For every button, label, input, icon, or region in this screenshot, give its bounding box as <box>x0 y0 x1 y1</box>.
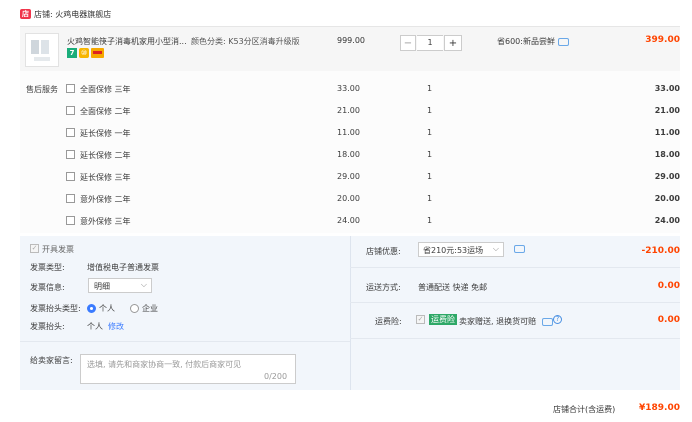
service-checkbox[interactable] <box>66 216 75 225</box>
service-total: 33.00 <box>654 84 680 93</box>
service-total: 11.00 <box>654 128 680 137</box>
store-total-label: 店铺合计(含运费) <box>553 405 616 414</box>
service-total: 29.00 <box>654 172 680 181</box>
invoice-info-value: 明细 <box>94 282 110 291</box>
service-checkbox[interactable] <box>66 84 75 93</box>
service-name: 全面保修 二年 <box>80 107 131 116</box>
service-total: 24.00 <box>654 216 680 225</box>
service-checkbox[interactable] <box>66 128 75 137</box>
service-price: 29.00 <box>337 172 360 181</box>
product-row <box>20 27 680 71</box>
chat-icon[interactable] <box>558 38 569 46</box>
service-checkbox[interactable] <box>66 150 75 159</box>
insurance-badge: 运费险 <box>429 314 457 325</box>
product-spec: 颜色分类: K53分区消毒升级版 <box>191 37 300 46</box>
shipping-label: 运送方式: <box>366 283 401 292</box>
invoice-personal-radio[interactable] <box>87 304 96 313</box>
store-icon: 店 <box>20 9 31 19</box>
panel-divider <box>20 341 350 342</box>
memo-placeholder: 选填, 请先和商家协商一致, 付款后商家可见 <box>87 360 242 369</box>
credit-card-icon <box>91 48 104 58</box>
invoice-checkbox[interactable]: ✓ <box>30 244 39 253</box>
service-name: 全面保修 三年 <box>80 85 131 94</box>
service-checkbox[interactable] <box>66 106 75 115</box>
insurance-text: 卖家赠送, 退换货可赔 <box>459 317 537 326</box>
service-total: 18.00 <box>654 150 680 159</box>
discount-label: 店铺优惠: <box>366 247 401 256</box>
service-price: 18.00 <box>337 150 360 159</box>
service-name: 延长保修 三年 <box>80 173 131 182</box>
service-quantity: 1 <box>427 216 433 225</box>
quantity-increase-button[interactable]: + <box>444 35 462 51</box>
memo-char-count: 0/200 <box>264 372 288 381</box>
panel-divider <box>350 236 351 390</box>
discount-select[interactable]: 省210元:53运场 ⌵ <box>418 242 504 257</box>
panel-divider <box>350 267 680 268</box>
service-quantity: 1 <box>427 172 433 181</box>
service-quantity: 1 <box>427 106 433 115</box>
invoice-personal-label: 个人 <box>99 304 115 313</box>
chevron-down-icon: ⌵ <box>492 244 499 253</box>
invoice-header-label: 发票抬头: <box>30 322 65 331</box>
shipping-amount: 0.00 <box>657 281 680 291</box>
service-name: 延长保修 二年 <box>80 151 131 160</box>
service-price: 20.00 <box>337 194 360 203</box>
chat-icon[interactable] <box>514 245 525 253</box>
service-checkbox[interactable] <box>66 172 75 181</box>
service-price: 21.00 <box>337 106 360 115</box>
invoice-modify-link[interactable]: 修改 <box>108 321 124 332</box>
invoice-type-value: 增值税电子普通发票 <box>87 263 159 272</box>
service-name: 意外保修 二年 <box>80 195 131 204</box>
insurance-amount: 0.00 <box>657 315 680 325</box>
invoice-type-label: 发票类型: <box>30 263 65 272</box>
service-total: 21.00 <box>654 106 680 115</box>
invoice-header-type-label: 发票抬头类型: <box>30 304 81 313</box>
discount-amount: -210.00 <box>641 246 680 256</box>
invoice-info-select[interactable]: 明细 ⌵ <box>88 278 152 293</box>
invoice-info-label: 发票信息: <box>30 283 65 292</box>
service-checkbox[interactable] <box>66 194 75 203</box>
invoice-header-value: 个人 <box>87 322 103 331</box>
product-title[interactable]: 火鸡智能筷子消毒机家用小型消... <box>67 36 189 47</box>
quantity-input[interactable]: 1 <box>417 35 443 51</box>
quantity-decrease-button[interactable]: − <box>400 35 416 51</box>
service-total: 20.00 <box>654 194 680 203</box>
memo-label: 给卖家留言: <box>30 356 73 365</box>
insurance-label: 运费险: <box>375 317 402 326</box>
service-price: 33.00 <box>337 84 360 93</box>
after-sales-label: 售后服务 <box>26 85 58 94</box>
service-name: 延长保修 一年 <box>80 129 131 138</box>
discount-value: 省210元:53运场 <box>423 246 484 255</box>
seven-day-return-icon: 7 <box>67 48 77 58</box>
service-name: 意外保修 三年 <box>80 217 131 226</box>
service-quantity: 1 <box>427 84 433 93</box>
promotion-saving: 省600:新品尝鲜 <box>497 37 555 46</box>
service-quantity: 1 <box>427 194 433 203</box>
chat-icon[interactable] <box>542 318 553 326</box>
service-price: 11.00 <box>337 128 360 137</box>
insurance-checkbox[interactable]: ✓ <box>416 315 425 324</box>
store-total-value: ¥189.00 <box>639 403 680 413</box>
store-name[interactable]: 店铺: 火鸡电器旗舰店 <box>34 9 111 20</box>
service-quantity: 1 <box>427 128 433 137</box>
chevron-down-icon: ⌵ <box>140 280 147 289</box>
service-price: 24.00 <box>337 216 360 225</box>
panel-divider <box>350 338 680 339</box>
invoice-company-radio[interactable] <box>130 304 139 313</box>
unit-price: 999.00 <box>337 36 365 45</box>
service-quantity: 1 <box>427 150 433 159</box>
shipping-value: 普通配送 快递 免邮 <box>418 283 488 292</box>
item-subtotal: 399.00 <box>645 35 680 45</box>
invoice-company-label: 企业 <box>142 304 158 313</box>
product-thumbnail[interactable] <box>25 33 59 67</box>
invoice-check-label: 开具发票 <box>42 245 74 254</box>
guarantee-icon: ⑩ <box>79 48 89 58</box>
panel-divider <box>350 302 680 303</box>
help-icon[interactable]: ? <box>553 315 562 324</box>
